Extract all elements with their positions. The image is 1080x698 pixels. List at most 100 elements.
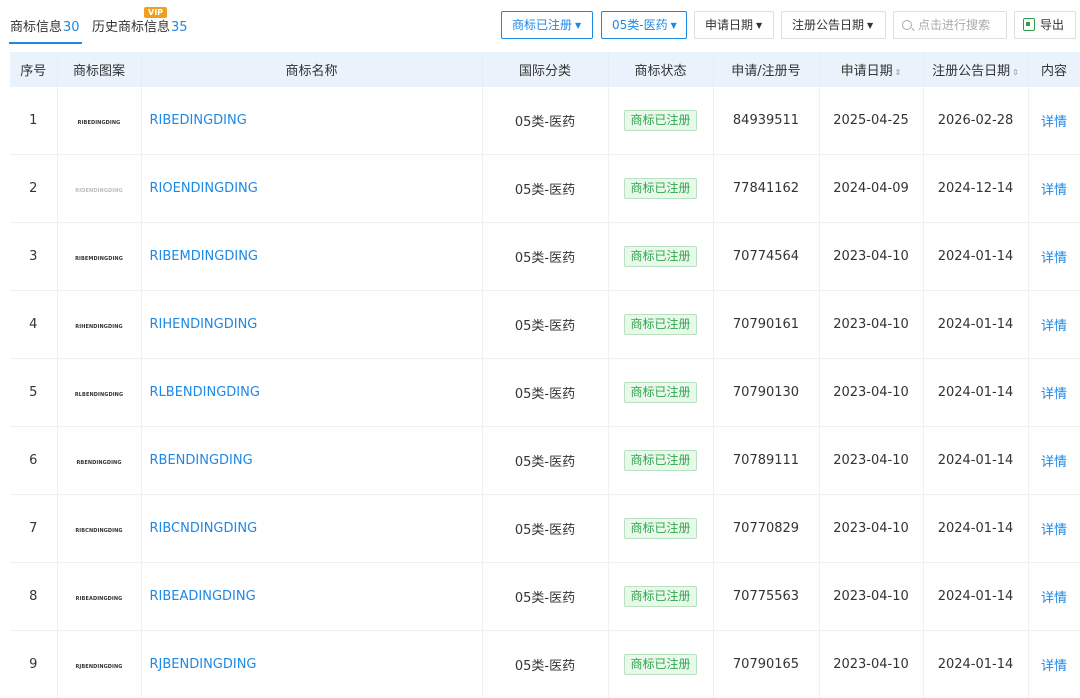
apply-date-filter-dropdown[interactable]: 申请日期▼ <box>694 11 774 39</box>
status-badge: 商标已注册 <box>624 518 696 539</box>
status-badge: 商标已注册 <box>624 246 696 267</box>
column-header-class: 国际分类 <box>482 52 608 87</box>
column-header-logo: 商标图案 <box>57 52 141 87</box>
announce-date: 2024-01-14 <box>923 631 1028 698</box>
vip-badge: VIP <box>144 7 167 18</box>
international-class: 05类-医药 <box>482 359 608 427</box>
column-header-apply-date[interactable]: 申请日期⇕ <box>819 52 923 87</box>
detail-link[interactable]: 详情 <box>1041 659 1067 674</box>
table-row: 8RIBEADINGDINGRIBEADINGDING05类-医药商标已注册70… <box>10 563 1080 631</box>
detail-cell: 详情 <box>1028 155 1080 223</box>
sort-icon[interactable]: ⇕ <box>1012 68 1019 77</box>
detail-cell: 详情 <box>1028 631 1080 698</box>
row-index: 3 <box>10 223 57 291</box>
status-cell: 商标已注册 <box>608 495 713 563</box>
apply-date: 2025-04-25 <box>819 87 923 155</box>
row-index: 2 <box>10 155 57 223</box>
trademark-name-link[interactable]: RJBENDINGDING <box>141 631 482 698</box>
detail-cell: 详情 <box>1028 427 1080 495</box>
status-cell: 商标已注册 <box>608 563 713 631</box>
detail-cell: 详情 <box>1028 495 1080 563</box>
filter-label: 注册公告日期 <box>792 18 864 32</box>
search-icon <box>902 20 912 30</box>
logo-text: RBENDINGDING <box>76 460 121 466</box>
logo-text: RIHENDINGDING <box>75 324 122 330</box>
status-cell: 商标已注册 <box>608 427 713 495</box>
detail-link[interactable]: 详情 <box>1041 591 1067 606</box>
tab-history-trademark-info[interactable]: 历史商标信息35 <box>92 16 188 35</box>
trademark-table: 序号 商标图案 商标名称 国际分类 商标状态 申请/注册号 申请日期⇕ 注册公告… <box>10 52 1080 698</box>
registration-number: 70790165 <box>713 631 819 698</box>
trademark-logo-image: RIBEDINGDING <box>57 87 141 155</box>
logo-text: RJBENDINGDING <box>75 664 122 670</box>
table-row: 4RIHENDINGDINGRIHENDINGDING05类-医药商标已注册70… <box>10 291 1080 359</box>
logo-text: RIBEADINGDING <box>76 596 123 602</box>
caret-down-icon: ▼ <box>756 21 762 30</box>
logo-text: RLBENDINGDING <box>75 392 123 398</box>
row-index: 1 <box>10 87 57 155</box>
registration-number: 77841162 <box>713 155 819 223</box>
status-cell: 商标已注册 <box>608 631 713 698</box>
sort-icon[interactable]: ⇕ <box>895 68 902 77</box>
logo-text: RIOENDINGDING <box>75 188 122 194</box>
search-placeholder: 点击进行搜索 <box>918 18 990 32</box>
tab-count: 30 <box>63 20 80 35</box>
apply-date: 2023-04-10 <box>819 631 923 698</box>
announce-date: 2024-01-14 <box>923 359 1028 427</box>
logo-text: RIBEDINGDING <box>78 120 121 126</box>
status-badge: 商标已注册 <box>624 178 696 199</box>
trademark-name-link[interactable]: RIBEMDINGDING <box>141 223 482 291</box>
detail-cell: 详情 <box>1028 291 1080 359</box>
caret-down-icon: ▼ <box>575 21 581 30</box>
trademark-name-link[interactable]: RIBEDINGDING <box>141 87 482 155</box>
trademark-name-link[interactable]: RIBEADINGDING <box>141 563 482 631</box>
international-class: 05类-医药 <box>482 155 608 223</box>
detail-link[interactable]: 详情 <box>1041 523 1067 538</box>
trademark-name-link[interactable]: RIHENDINGDING <box>141 291 482 359</box>
class-filter-dropdown[interactable]: 05类-医药▼ <box>601 11 687 39</box>
column-header-announce-date[interactable]: 注册公告日期⇕ <box>923 52 1028 87</box>
header-label: 注册公告日期 <box>932 64 1010 79</box>
international-class: 05类-医药 <box>482 495 608 563</box>
detail-link[interactable]: 详情 <box>1041 183 1067 198</box>
detail-link[interactable]: 详情 <box>1041 251 1067 266</box>
trademark-name-link[interactable]: RIBCNDINGDING <box>141 495 482 563</box>
detail-link[interactable]: 详情 <box>1041 455 1067 470</box>
trademark-logo-image: RJBENDINGDING <box>57 631 141 698</box>
registration-number: 70790130 <box>713 359 819 427</box>
column-header-index: 序号 <box>10 52 57 87</box>
row-index: 5 <box>10 359 57 427</box>
announce-date-filter-dropdown[interactable]: 注册公告日期▼ <box>781 11 886 39</box>
trademark-name-link[interactable]: RLBENDINGDING <box>141 359 482 427</box>
detail-cell: 详情 <box>1028 359 1080 427</box>
status-badge: 商标已注册 <box>624 314 696 335</box>
announce-date: 2024-01-14 <box>923 223 1028 291</box>
international-class: 05类-医药 <box>482 87 608 155</box>
trademark-name-link[interactable]: RIOENDINGDING <box>141 155 482 223</box>
detail-link[interactable]: 详情 <box>1041 115 1067 130</box>
trademark-logo-image: RIBCNDINGDING <box>57 495 141 563</box>
international-class: 05类-医药 <box>482 563 608 631</box>
detail-link[interactable]: 详情 <box>1041 387 1067 402</box>
search-input[interactable]: 点击进行搜索 <box>893 11 1007 39</box>
detail-link[interactable]: 详情 <box>1041 319 1067 334</box>
logo-text: RIBEMDINGDING <box>75 256 123 262</box>
registration-number: 70790161 <box>713 291 819 359</box>
caret-down-icon: ▼ <box>867 21 873 30</box>
status-filter-dropdown[interactable]: 商标已注册▼ <box>501 11 593 39</box>
status-cell: 商标已注册 <box>608 155 713 223</box>
status-badge: 商标已注册 <box>624 110 696 131</box>
trademark-name-link[interactable]: RBENDINGDING <box>141 427 482 495</box>
detail-cell: 详情 <box>1028 223 1080 291</box>
tab-trademark-info[interactable]: 商标信息30 <box>10 16 80 35</box>
registration-number: 70775563 <box>713 563 819 631</box>
detail-cell: 详情 <box>1028 563 1080 631</box>
tab-count: 35 <box>171 20 188 35</box>
trademark-logo-image: RBENDINGDING <box>57 427 141 495</box>
table-row: 6RBENDINGDINGRBENDINGDING05类-医药商标已注册7078… <box>10 427 1080 495</box>
logo-text: RIBCNDINGDING <box>75 528 122 534</box>
filter-label: 申请日期 <box>705 18 753 32</box>
trademark-logo-image: RIHENDINGDING <box>57 291 141 359</box>
export-button[interactable]: 导出 <box>1014 11 1076 39</box>
filter-label: 05类-医药 <box>612 18 668 32</box>
